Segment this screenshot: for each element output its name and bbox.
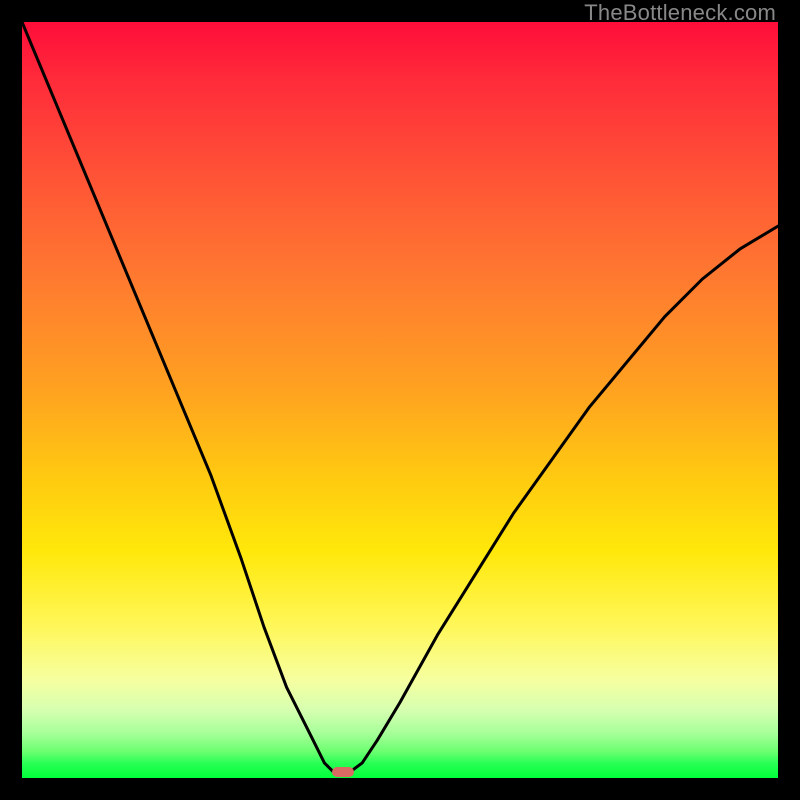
watermark-text: TheBottleneck.com	[584, 0, 776, 26]
optimal-point-marker	[332, 767, 354, 777]
chart-frame: TheBottleneck.com	[0, 0, 800, 800]
bottleneck-curve	[22, 22, 778, 778]
plot-area	[22, 22, 778, 778]
